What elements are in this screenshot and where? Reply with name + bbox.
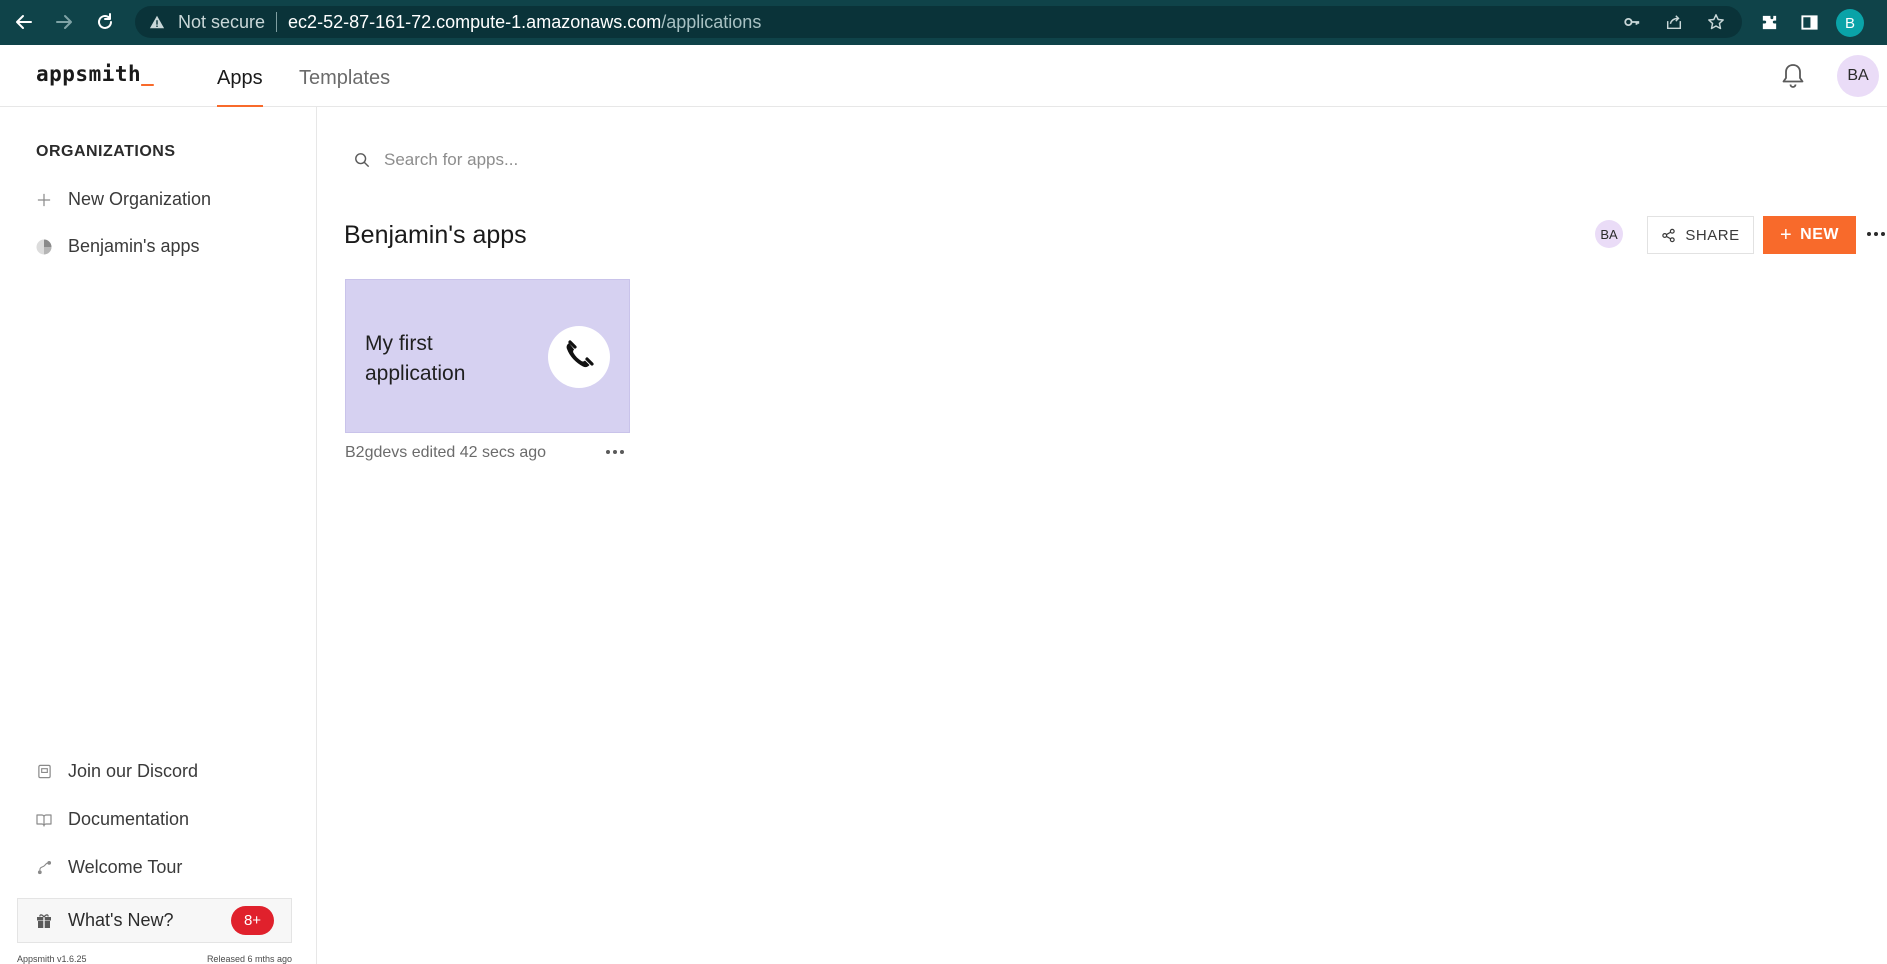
sidebar-item-label: New Organization: [68, 189, 212, 209]
share-button[interactable]: SHARE: [1647, 216, 1754, 254]
sidebar-item-label: Welcome Tour: [68, 857, 183, 877]
share-label: SHARE: [1685, 226, 1740, 244]
sidebar-item-label: Documentation: [68, 809, 190, 829]
browser-toolbar: Not secure ec2-52-87-161-72.compute-1.am…: [0, 0, 1887, 45]
org-logo-icon: [36, 239, 52, 255]
warning-icon[interactable]: [148, 13, 166, 31]
whats-new-button[interactable]: What's New? 8+: [17, 898, 292, 943]
back-icon[interactable]: [12, 10, 36, 34]
side-panel-icon[interactable]: [1797, 10, 1821, 34]
org-section-title: Benjamin's apps: [344, 221, 527, 249]
book-icon: [36, 812, 52, 828]
route-icon: [36, 860, 52, 876]
address-bar[interactable]: Not secure ec2-52-87-161-72.compute-1.am…: [135, 6, 1742, 38]
discord-icon: [36, 764, 52, 780]
share-icon: [1661, 227, 1677, 243]
reload-icon[interactable]: [93, 10, 117, 34]
released-label: Released 6 mths ago: [206, 954, 292, 964]
whats-new-label: What's New?: [68, 910, 174, 930]
user-avatar[interactable]: BA: [1837, 55, 1879, 97]
org-more-options-icon[interactable]: [1865, 224, 1887, 244]
app-name: My first application: [365, 332, 466, 385]
organizations-heading: ORGANIZATIONS: [36, 143, 176, 160]
sidebar-item-label: Benjamin's apps: [68, 236, 200, 256]
sidebar-item-benjamins-apps[interactable]: Benjamin's apps: [36, 236, 200, 257]
tab-apps[interactable]: Apps: [217, 67, 263, 107]
version-info: Appsmith v1.6.25 Released 6 mths ago: [17, 954, 292, 964]
star-icon[interactable]: [1706, 12, 1726, 32]
sidebar-item-new-organization[interactable]: New Organization: [36, 189, 211, 210]
app-card[interactable]: My first application: [345, 279, 630, 433]
search-icon: [354, 151, 372, 169]
extensions-icon[interactable]: [1757, 10, 1781, 34]
forward-icon[interactable]: [52, 10, 76, 34]
sidebar: ORGANIZATIONS New Organization Benjamin'…: [0, 107, 317, 964]
app-edited-label: B2gdevs edited 42 secs ago: [345, 444, 547, 461]
app-icon-circle: [548, 326, 610, 388]
plus-icon: +: [1779, 223, 1793, 246]
sidebar-item-label: Join our Discord: [68, 761, 199, 781]
bell-icon[interactable]: [1780, 62, 1806, 90]
search-bar[interactable]: [354, 148, 854, 172]
key-icon[interactable]: [1622, 12, 1642, 32]
tab-templates[interactable]: Templates: [299, 67, 390, 107]
notification-badge: 8+: [231, 906, 274, 935]
not-secure-label: Not secure: [178, 11, 266, 32]
member-avatar[interactable]: BA: [1595, 220, 1623, 248]
app-header: appsmith_ Apps Templates BA: [0, 45, 1887, 107]
new-app-button[interactable]: + NEW: [1763, 216, 1856, 254]
url-host: ec2-52-87-161-72.compute-1.amazonaws.com: [288, 11, 662, 32]
app-more-options-icon[interactable]: [604, 444, 626, 460]
sidebar-item-discord[interactable]: Join our Discord: [36, 761, 198, 782]
phone-icon: [563, 339, 595, 376]
appsmith-logo[interactable]: appsmith_: [36, 62, 154, 86]
sidebar-item-documentation[interactable]: Documentation: [36, 809, 189, 830]
url-path: /applications: [661, 11, 762, 32]
browser-profile-avatar[interactable]: B: [1836, 9, 1864, 37]
gift-icon: [36, 913, 52, 929]
version-label: Appsmith v1.6.25: [17, 954, 87, 964]
share-page-icon[interactable]: [1664, 12, 1684, 32]
new-label: NEW: [1800, 226, 1839, 243]
divider: [276, 12, 278, 32]
sidebar-item-welcome-tour[interactable]: Welcome Tour: [36, 857, 182, 878]
search-input[interactable]: [384, 150, 784, 170]
plus-icon: [36, 192, 52, 208]
